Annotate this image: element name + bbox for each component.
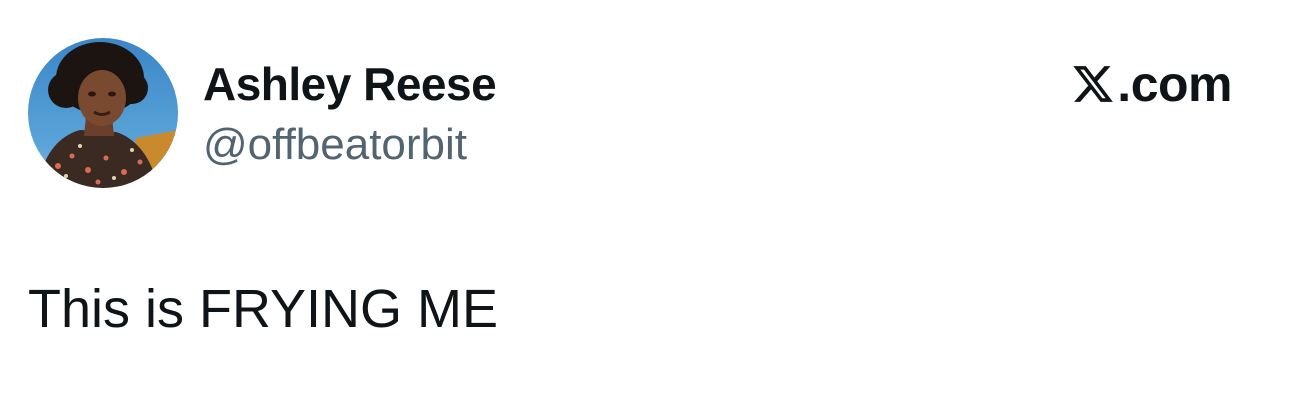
avatar[interactable] (28, 38, 178, 188)
x-logo-icon (1071, 62, 1115, 106)
site-brand: .com (1071, 56, 1232, 112)
brand-domain: .com (1117, 56, 1232, 112)
profile-photo-icon (28, 38, 178, 188)
author-handle[interactable]: @offbeatorbit (203, 120, 467, 170)
tweet-text: This is FRYING ME (28, 279, 499, 339)
author-display-name[interactable]: Ashley Reese (203, 57, 497, 111)
